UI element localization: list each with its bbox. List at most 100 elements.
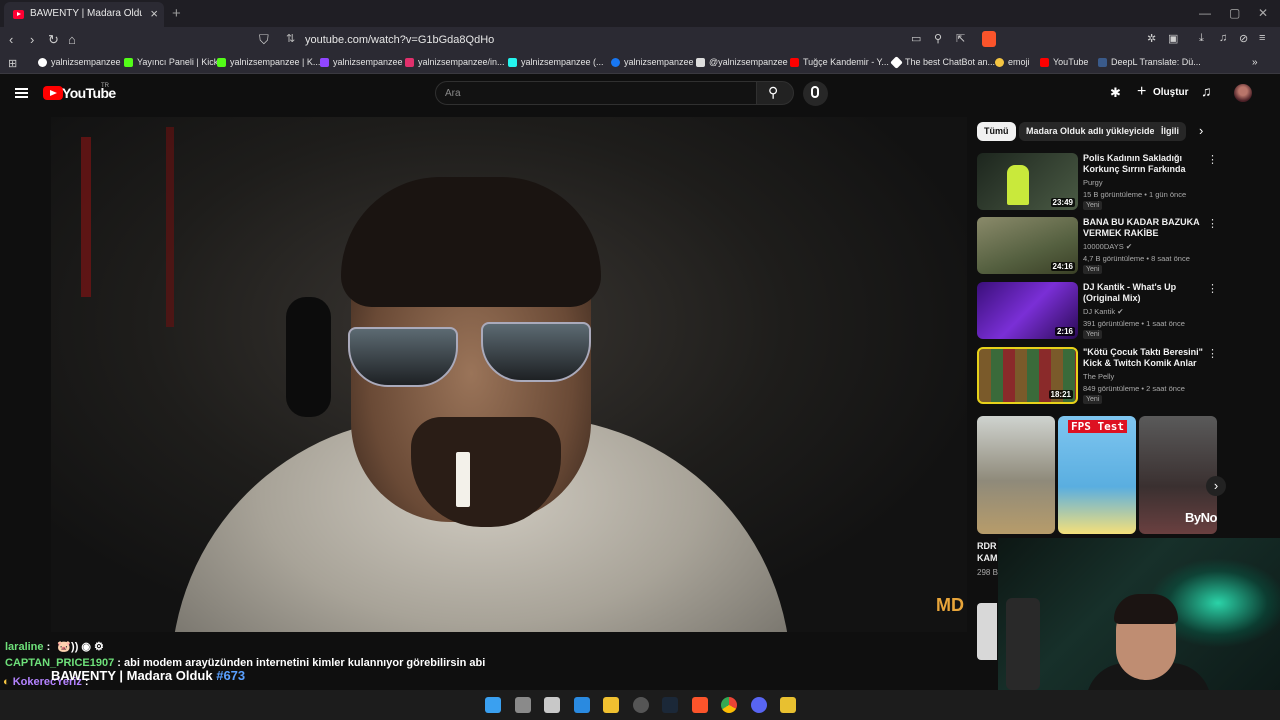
- chip-from-uploader[interactable]: Madara Olduk adlı yükleyiciden: [1019, 122, 1168, 141]
- extensions-icon[interactable]: ✲: [1147, 32, 1156, 45]
- share-icon[interactable]: ⇱: [956, 32, 965, 45]
- bookmark-item[interactable]: The best ChatBot an...: [890, 55, 995, 69]
- task-view-icon[interactable]: [515, 697, 531, 713]
- channel-name[interactable]: DJ Kantik ✔: [1083, 307, 1124, 316]
- brave-shield-icon[interactable]: [982, 31, 996, 47]
- short-thumbnail[interactable]: FPS Test: [1058, 416, 1136, 534]
- video-title[interactable]: BANA BU KADAR BAZUKA VERMEK RAKİBE HAKSI…: [1083, 217, 1207, 239]
- search-input[interactable]: [435, 81, 757, 105]
- download-icon[interactable]: ⤓: [1199, 32, 1204, 45]
- video-thumbnail[interactable]: 24:16: [977, 217, 1078, 274]
- bookmark-item[interactable]: yalnizsempanzee: [320, 57, 403, 67]
- bookmark-item[interactable]: yalnizsempanzee | K...: [217, 57, 320, 67]
- apps-grid-icon[interactable]: ⊞: [8, 57, 17, 70]
- video-thumbnail[interactable]: 18:21: [977, 347, 1078, 404]
- create-button[interactable]: + Oluştur: [1131, 81, 1189, 105]
- bookmark-item[interactable]: YouTube: [1040, 57, 1088, 67]
- minimize-icon[interactable]: —: [1199, 6, 1211, 20]
- bookmark-item[interactable]: Yayıncı Paneli | Kick: [124, 57, 218, 67]
- browser-tab[interactable]: BAWENTY | Madara Olduk #673 ×: [4, 2, 164, 27]
- bookmark-item[interactable]: yalnizsempanzee: [38, 57, 121, 67]
- sidebar-icon[interactable]: ▣: [1168, 32, 1178, 45]
- back-icon[interactable]: ‹: [9, 32, 13, 47]
- chrome-icon[interactable]: [721, 697, 737, 713]
- video-thumbnail[interactable]: 2:16: [977, 282, 1078, 339]
- bookmark-item[interactable]: yalnizsempanzee: [611, 57, 694, 67]
- video-title[interactable]: Polis Kadının Sakladığı Korkunç Sırrın F…: [1083, 153, 1207, 175]
- new-tab-icon[interactable]: +: [172, 5, 181, 22]
- recommendation-item[interactable]: 24:16 BANA BU KADAR BAZUKA VERMEK RAKİBE…: [977, 217, 1218, 274]
- stream-title-overlay: BAWENTY | Madara Olduk #673: [51, 668, 245, 683]
- more-options-icon[interactable]: ⋮: [1207, 347, 1218, 360]
- obs-icon[interactable]: [633, 697, 649, 713]
- discord-icon[interactable]: [751, 697, 767, 713]
- recommendation-item[interactable]: 23:49 Polis Kadının Sakladığı Korkunç Sı…: [977, 153, 1218, 210]
- bookmarks-overflow-icon[interactable]: »: [1252, 57, 1258, 68]
- home-icon[interactable]: ⌂: [68, 32, 76, 47]
- wallet-icon[interactable]: ⊘: [1239, 32, 1248, 45]
- bookmark-item[interactable]: yalnizsempanzee/in...: [405, 57, 505, 67]
- searchbox-placeholder-text: Ara: [445, 88, 461, 99]
- photos-icon[interactable]: [574, 697, 590, 713]
- forward-icon[interactable]: ›: [30, 32, 34, 47]
- video-player[interactable]: MD: [51, 117, 967, 632]
- video-thumbnail[interactable]: 23:49: [977, 153, 1078, 210]
- bookmark-item[interactable]: @yalnizsempanzee: [696, 57, 788, 67]
- maximize-icon[interactable]: ▢: [1229, 6, 1240, 20]
- chips-next-icon[interactable]: ›: [1199, 123, 1203, 138]
- more-options-icon[interactable]: ⋮: [1207, 217, 1218, 230]
- cast-icon[interactable]: ▭: [911, 32, 921, 45]
- sunglasses-right-lens: [481, 322, 591, 382]
- webcam-overlay: [998, 538, 1280, 690]
- bookmark-item[interactable]: yalnizsempanzee (...: [508, 57, 604, 67]
- media-icon[interactable]: ♫: [1219, 32, 1227, 44]
- create-video-icon[interactable]: ✱: [1110, 85, 1121, 101]
- zoom-icon[interactable]: ⚲: [934, 32, 942, 45]
- video-title[interactable]: RDR KAM: [977, 540, 998, 564]
- file-explorer-icon[interactable]: [603, 697, 619, 713]
- video-meta: 4,7 B görüntüleme • 8 saat önce: [1083, 254, 1190, 263]
- tab-close-icon[interactable]: ×: [150, 6, 158, 21]
- reload-icon[interactable]: ↻: [48, 32, 59, 48]
- bookmark-page-icon[interactable]: ⛉: [259, 32, 269, 48]
- recommendation-item[interactable]: 2:16 DJ Kantik - What's Up (Original Mix…: [977, 282, 1218, 339]
- steam-icon[interactable]: [662, 697, 678, 713]
- youtube-logo-icon[interactable]: [43, 86, 63, 100]
- shorts-next-icon[interactable]: ›: [1206, 476, 1226, 496]
- start-menu-icon[interactable]: [485, 697, 501, 713]
- search-button[interactable]: ⚲: [756, 81, 794, 105]
- bookmark-item[interactable]: DeepL Translate: Dü...: [1098, 57, 1201, 67]
- site-settings-icon[interactable]: ⇅: [286, 32, 295, 45]
- browser-menu-icon[interactable]: ≡: [1259, 32, 1265, 44]
- verified-icon: ✔: [1125, 242, 1133, 251]
- bookmark-label: yalnizsempanzee/in...: [418, 57, 505, 67]
- url-text[interactable]: youtube.com/watch?v=G1bGda8QdHo: [305, 34, 494, 46]
- recommendation-item[interactable]: 18:21 "Kötü Çocuk Taktı Beresini" Kick &…: [977, 347, 1218, 404]
- avatar[interactable]: [1234, 84, 1252, 102]
- more-options-icon[interactable]: ⋮: [1207, 282, 1218, 295]
- country-code: TR: [101, 83, 109, 89]
- more-options-icon[interactable]: ⋮: [1207, 153, 1218, 166]
- short-thumbnail[interactable]: [977, 416, 1055, 534]
- window-close-icon[interactable]: ✕: [1258, 6, 1268, 20]
- video-thumbnail[interactable]: [977, 603, 997, 660]
- channel-name[interactable]: Purgy: [1083, 178, 1103, 187]
- voice-search-button[interactable]: [803, 81, 828, 106]
- notifications-bell-icon[interactable]: ♫: [1201, 83, 1212, 99]
- channel-name[interactable]: 10000DAYS ✔: [1083, 242, 1132, 251]
- bookmarks-bar: ⊞ yalnizsempanzee Yayıncı Paneli | Kick …: [0, 53, 1280, 74]
- sunglasses-left-lens: [348, 327, 458, 387]
- bookmark-item[interactable]: Tuğçe Kandemir - Y...: [790, 57, 889, 67]
- chip-all[interactable]: Tümü: [977, 122, 1016, 141]
- new-badge: Yeni: [1083, 330, 1103, 339]
- media-player-icon[interactable]: [780, 697, 796, 713]
- hamburger-menu-icon[interactable]: [15, 88, 28, 98]
- video-title[interactable]: DJ Kantik - What's Up (Original Mix): [1083, 282, 1207, 304]
- brave-browser-icon[interactable]: [692, 697, 708, 713]
- video-title[interactable]: "Kötü Çocuk Taktı Beresini" Kick & Twitc…: [1083, 347, 1207, 369]
- bookmark-item[interactable]: emoji: [995, 57, 1030, 67]
- channel-name[interactable]: The Pelly: [1083, 372, 1114, 381]
- chip-related[interactable]: İlgili: [1154, 122, 1186, 141]
- short-thumbnail[interactable]: ByNoGame: [1139, 416, 1217, 534]
- snipping-tool-icon[interactable]: [544, 697, 560, 713]
